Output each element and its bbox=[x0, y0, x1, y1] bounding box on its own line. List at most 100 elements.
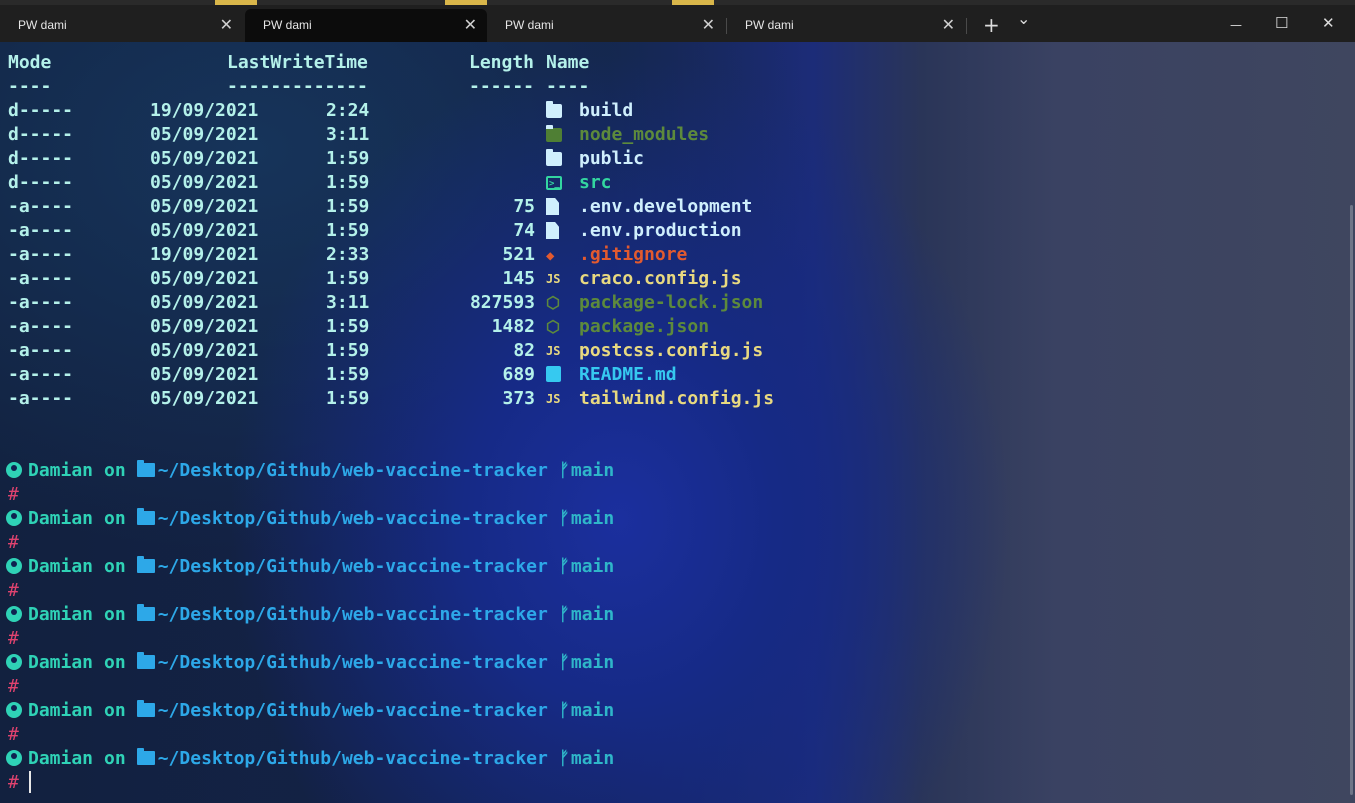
prompt-input-line: # bbox=[8, 483, 19, 507]
git-icon: ◆ bbox=[546, 248, 555, 264]
new-tab-icon[interactable]: + bbox=[983, 10, 1000, 40]
time-cell: 1:59 bbox=[326, 364, 370, 385]
tab-label: PW dami bbox=[505, 18, 554, 32]
prompt-on: on bbox=[104, 508, 126, 529]
prompt-path: ~/Desktop/Github/web-vaccine-tracker bbox=[157, 556, 548, 577]
git-branch-icon: ᚠ bbox=[558, 508, 570, 529]
date-cell: 05/09/2021 bbox=[150, 316, 259, 337]
terminal-window: PW dami ✕ PW dami ✕ PW dami ✕ PW dami ✕ … bbox=[0, 0, 1355, 803]
date-cell: 05/09/2021 bbox=[150, 292, 259, 313]
mode-cell: d----- bbox=[8, 124, 74, 145]
length-cell: 145 bbox=[502, 268, 535, 289]
folder-icon bbox=[136, 508, 155, 525]
mode-cell: d----- bbox=[8, 148, 74, 169]
time-cell: 3:11 bbox=[326, 292, 370, 313]
title-bar: PW dami ✕ PW dami ✕ PW dami ✕ PW dami ✕ … bbox=[0, 0, 1355, 42]
prompt-symbol: # bbox=[8, 724, 19, 745]
file-name: tailwind.config.js bbox=[579, 388, 775, 409]
time-cell: 1:59 bbox=[326, 172, 370, 193]
tab-1[interactable]: PW dami ✕ bbox=[0, 9, 243, 42]
tab-3[interactable]: PW dami ✕ bbox=[487, 9, 725, 42]
prompt-user: Damian bbox=[28, 460, 94, 481]
prompt-user: Damian bbox=[28, 556, 94, 577]
tab-close-icon[interactable]: ✕ bbox=[220, 9, 233, 42]
listing-underline: ---- ------------- ------ ---- bbox=[8, 76, 590, 97]
minimize-icon[interactable]: — bbox=[1230, 10, 1242, 40]
taskbar-strip bbox=[0, 0, 1355, 5]
prompt-line: Damian on ~/Desktop/Github/web-vaccine-tra… bbox=[6, 603, 614, 627]
time-cell: 1:59 bbox=[326, 268, 370, 289]
length-cell: 827593 bbox=[469, 292, 535, 313]
length-cell: 82 bbox=[513, 340, 535, 361]
file-name: .gitignore bbox=[579, 244, 688, 265]
tab-separator bbox=[966, 18, 967, 34]
tab-close-icon[interactable]: ✕ bbox=[702, 9, 715, 42]
header-mode: Mode bbox=[8, 52, 52, 73]
prompt-symbol: # bbox=[8, 628, 19, 649]
git-branch-icon: ᚠ bbox=[558, 460, 570, 481]
dropdown-chevron-icon[interactable]: ⌄ bbox=[1017, 4, 1030, 34]
file-name: README.md bbox=[579, 364, 677, 385]
file-icon bbox=[546, 219, 559, 243]
prompt-branch: main bbox=[570, 652, 615, 673]
user-icon bbox=[6, 510, 22, 526]
time-cell: 1:59 bbox=[326, 316, 370, 337]
prompt-on: on bbox=[104, 700, 126, 721]
folder-icon bbox=[136, 748, 155, 765]
git-branch-icon: ᚠ bbox=[558, 748, 570, 769]
prompt-branch: main bbox=[570, 700, 615, 721]
prompt-symbol: # bbox=[8, 580, 19, 601]
terminal-output[interactable]: Mode LastWriteTime Length Name ---- ----… bbox=[0, 42, 1355, 803]
file-name: package.json bbox=[579, 316, 710, 337]
js-icon: JS bbox=[546, 392, 561, 406]
prompt-input-line[interactable]: # bbox=[8, 771, 31, 795]
folder-icon bbox=[136, 652, 155, 669]
mode-cell: -a---- bbox=[8, 292, 74, 313]
nodejs-icon: ⬡ bbox=[546, 317, 560, 336]
file-name: node_modules bbox=[579, 124, 710, 145]
file-name: .env.development bbox=[579, 196, 753, 217]
maximize-icon[interactable]: ☐ bbox=[1275, 8, 1288, 38]
prompt-on: on bbox=[104, 556, 126, 577]
date-cell: 05/09/2021 bbox=[150, 196, 259, 217]
prompt-line: Damian on ~/Desktop/Github/web-vaccine-tra… bbox=[6, 699, 614, 723]
date-cell: 05/09/2021 bbox=[150, 124, 259, 145]
user-icon bbox=[6, 558, 22, 574]
tab-4[interactable]: PW dami ✕ bbox=[727, 9, 965, 42]
mode-cell: -a---- bbox=[8, 196, 74, 217]
mode-cell: d----- bbox=[8, 172, 74, 193]
time-cell: 1:59 bbox=[326, 388, 370, 409]
mode-cell: -a---- bbox=[8, 316, 74, 337]
prompt-input-line: # bbox=[8, 531, 19, 555]
folder-icon bbox=[546, 147, 562, 171]
nodejs-icon: ⬡ bbox=[546, 293, 560, 312]
tab-close-icon[interactable]: ✕ bbox=[464, 9, 477, 42]
header-name: Name bbox=[546, 52, 590, 73]
prompt-branch: main bbox=[570, 748, 615, 769]
prompt-user: Damian bbox=[28, 652, 94, 673]
file-icon bbox=[546, 195, 559, 219]
folder-icon bbox=[136, 556, 155, 573]
date-cell: 05/09/2021 bbox=[150, 268, 259, 289]
listing-header: Mode LastWriteTime Length Name bbox=[8, 51, 589, 75]
tab-label: PW dami bbox=[263, 18, 312, 32]
scrollbar[interactable] bbox=[1350, 205, 1353, 795]
git-branch-icon: ᚠ bbox=[558, 604, 570, 625]
prompt-path: ~/Desktop/Github/web-vaccine-tracker bbox=[157, 460, 548, 481]
date-cell: 19/09/2021 bbox=[150, 100, 259, 121]
folder-icon bbox=[136, 604, 155, 621]
tab-2-active[interactable]: PW dami ✕ bbox=[245, 9, 487, 42]
prompt-symbol: # bbox=[8, 772, 19, 793]
tab-close-icon[interactable]: ✕ bbox=[942, 9, 955, 42]
prompt-on: on bbox=[104, 604, 126, 625]
prompt-path: ~/Desktop/Github/web-vaccine-tracker bbox=[157, 508, 548, 529]
length-cell: 689 bbox=[502, 364, 535, 385]
prompt-branch: main bbox=[570, 508, 615, 529]
time-cell: 1:59 bbox=[326, 220, 370, 241]
window-close-icon[interactable]: ✕ bbox=[1322, 8, 1335, 38]
prompt-line: Damian on ~/Desktop/Github/web-vaccine-tra… bbox=[6, 747, 614, 771]
date-cell: 05/09/2021 bbox=[150, 364, 259, 385]
folder-icon bbox=[136, 460, 155, 477]
mode-cell: -a---- bbox=[8, 388, 74, 409]
folder-icon bbox=[136, 700, 155, 717]
